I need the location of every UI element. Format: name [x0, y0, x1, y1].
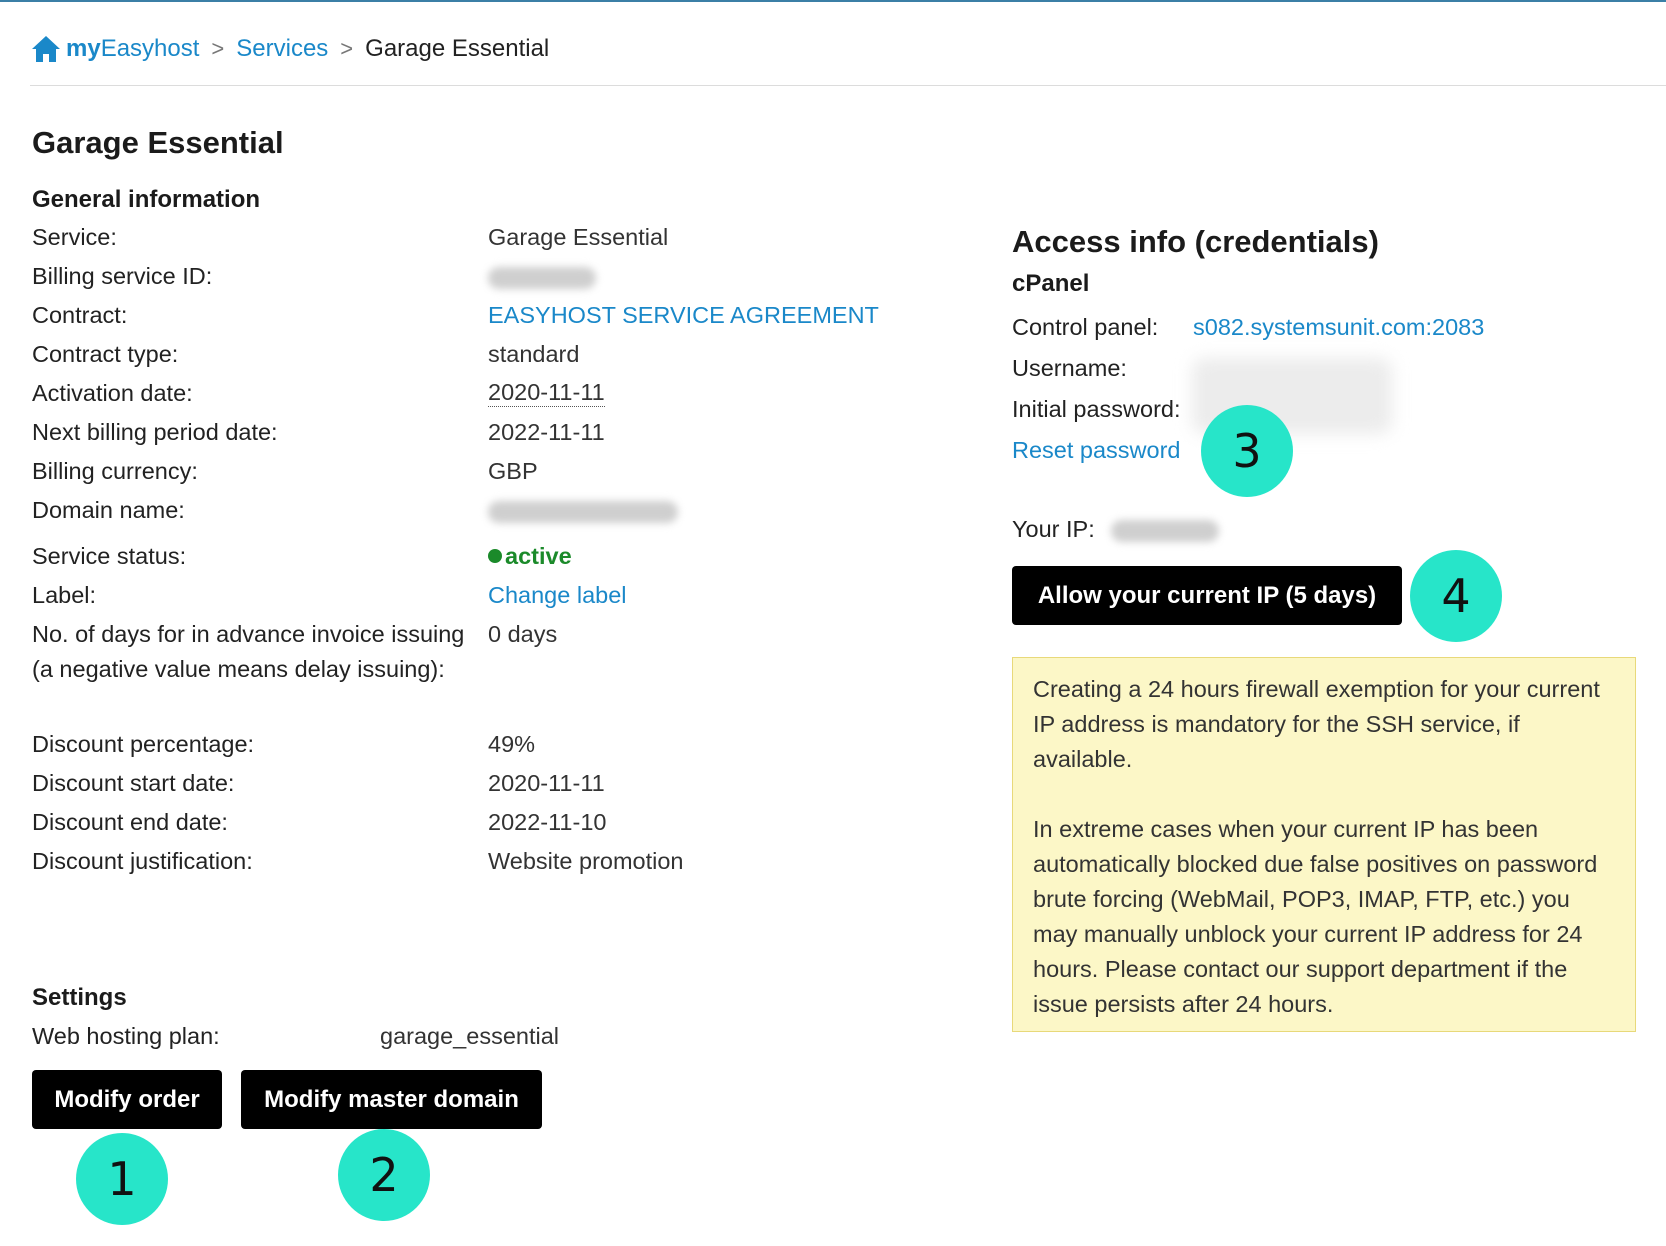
access-info-title: Access info (credentials) — [1012, 224, 1379, 259]
contract-type-value: standard — [488, 341, 580, 367]
currency-value: GBP — [488, 458, 538, 484]
currency-label: Billing currency: — [32, 458, 198, 484]
control-panel-link[interactable]: s082.systemsunit.com:2083 — [1193, 312, 1484, 342]
advance-invoice-label-2: (a negative value means delay issuing): — [32, 656, 445, 682]
status-dot-icon — [488, 549, 502, 563]
page-title: Garage Essential — [32, 125, 284, 160]
domain-label: Domain name: — [32, 497, 185, 523]
step-marker-1: 1 — [76, 1133, 168, 1225]
service-label: Service: — [32, 224, 117, 250]
breadcrumb: myEasyhost > Services > Garage Essential — [30, 30, 549, 68]
initial-password-row: Initial password: — [1012, 394, 1181, 424]
next-billing-value: 2022-11-11 — [488, 419, 605, 445]
brand-prefix: my — [66, 35, 101, 62]
top-accent-line — [0, 0, 1666, 2]
home-icon[interactable] — [30, 34, 62, 64]
notice-paragraph-2: In extreme cases when your current IP ha… — [1033, 816, 1598, 1017]
change-label-link[interactable]: Change label — [488, 580, 627, 610]
service-value: Garage Essential — [488, 224, 669, 250]
label-label: Label: — [32, 582, 97, 608]
domain-value-redacted — [488, 495, 678, 525]
reset-password-row: Reset password — [1012, 435, 1181, 465]
discount-start-value: 2020-11-11 — [488, 770, 605, 796]
control-panel-row: Control panel: s082.systemsunit.com:2083 — [1012, 312, 1484, 342]
control-panel-label: Control panel: — [1012, 314, 1159, 340]
status-label: Service status: — [32, 543, 187, 569]
step-marker-3: 3 — [1201, 405, 1293, 497]
hosting-plan-label: Web hosting plan: — [32, 1023, 220, 1049]
advance-invoice-label-1: No. of days for in advance invoice issui… — [32, 621, 465, 647]
modify-master-domain-button[interactable]: Modify master domain — [241, 1070, 542, 1129]
breadcrumb-current: Garage Essential — [365, 35, 550, 62]
next-billing-label: Next billing period date: — [32, 419, 278, 445]
status-badge: active — [488, 541, 572, 571]
discount-pct-label: Discount percentage: — [32, 731, 255, 757]
cpanel-title: cPanel — [1012, 270, 1090, 297]
breadcrumb-divider — [30, 85, 1666, 86]
reset-password-link[interactable]: Reset password — [1012, 437, 1181, 463]
activation-label: Activation date: — [32, 380, 193, 406]
discount-start-label: Discount start date: — [32, 770, 235, 796]
breadcrumb-services-link[interactable]: Services — [236, 35, 328, 63]
billing-id-value-redacted — [488, 261, 596, 291]
discount-pct-value: 49% — [488, 731, 536, 757]
initial-password-label: Initial password: — [1012, 396, 1181, 422]
your-ip-row: Your IP: — [1012, 514, 1220, 544]
breadcrumb-separator: > — [211, 36, 225, 61]
step-marker-4: 4 — [1410, 550, 1502, 642]
contract-link[interactable]: EASYHOST SERVICE AGREEMENT — [488, 300, 879, 330]
modify-order-button[interactable]: Modify order — [32, 1070, 222, 1129]
settings-title: Settings — [32, 984, 127, 1011]
contract-label: Contract: — [32, 302, 128, 328]
notice-paragraph-1: Creating a 24 hours firewall exemption f… — [1033, 676, 1600, 772]
your-ip-label: Your IP: — [1012, 516, 1095, 542]
step-marker-2: 2 — [338, 1129, 430, 1221]
billing-id-label: Billing service ID: — [32, 263, 213, 289]
allow-current-ip-button[interactable]: Allow your current IP (5 days) — [1012, 566, 1402, 625]
firewall-notice: Creating a 24 hours firewall exemption f… — [1012, 657, 1636, 1032]
breadcrumb-separator: > — [340, 36, 354, 61]
contract-type-label: Contract type: — [32, 341, 179, 367]
general-information-title: General information — [32, 186, 261, 213]
hosting-plan-value: garage_essential — [380, 1023, 559, 1049]
discount-justification-label: Discount justification: — [32, 848, 253, 874]
breadcrumb-home-link[interactable]: myEasyhost — [66, 35, 199, 63]
discount-justification-value: Website promotion — [488, 848, 684, 874]
discount-end-label: Discount end date: — [32, 809, 228, 835]
discount-end-value: 2022-11-10 — [488, 809, 607, 835]
activation-value: 2020-11-11 — [488, 379, 605, 407]
status-text: active — [505, 543, 572, 569]
brand-suffix: Easyhost — [100, 35, 200, 62]
advance-invoice-value: 0 days — [488, 621, 558, 647]
your-ip-redacted — [1111, 519, 1220, 542]
username-row: Username: — [1012, 353, 1127, 383]
username-label: Username: — [1012, 355, 1127, 381]
